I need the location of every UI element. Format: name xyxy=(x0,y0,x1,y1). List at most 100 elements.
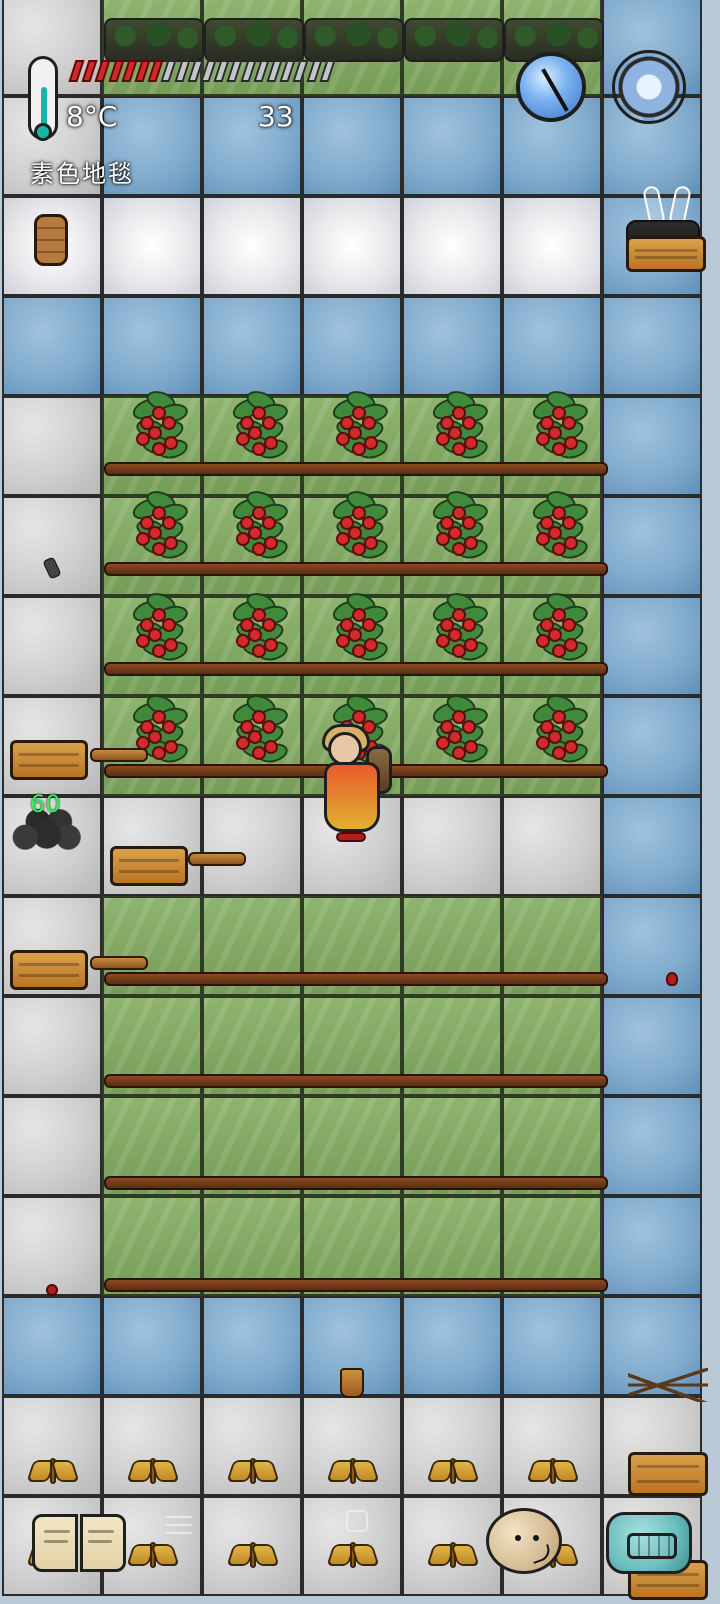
berry-item[interactable] xyxy=(46,1284,58,1296)
berry-plant[interactable] xyxy=(322,382,390,464)
hay-bundle[interactable] xyxy=(426,1538,480,1568)
player-character[interactable] xyxy=(318,706,396,856)
hay-bundle[interactable] xyxy=(226,1538,280,1568)
berry xyxy=(136,532,150,546)
berry-item[interactable] xyxy=(666,972,678,986)
berry-plant[interactable] xyxy=(522,482,590,564)
tile-blue[interactable] xyxy=(202,296,302,396)
dead-branch-item[interactable] xyxy=(628,1368,708,1402)
tile-blue[interactable] xyxy=(502,1296,602,1396)
hay-bundle[interactable] xyxy=(426,1454,480,1484)
gear-icon[interactable] xyxy=(612,50,686,124)
berry-plant[interactable] xyxy=(322,584,390,666)
tile-blue[interactable] xyxy=(102,296,202,396)
berry-plant[interactable] xyxy=(122,584,190,666)
area-name: 素色地毯 xyxy=(30,160,134,188)
tile-blue[interactable] xyxy=(602,896,702,996)
berry xyxy=(564,740,578,754)
tile-blue[interactable] xyxy=(302,96,402,196)
wooden-crate[interactable] xyxy=(10,950,88,990)
face-icon[interactable] xyxy=(486,1508,562,1574)
home-icon[interactable] xyxy=(346,1510,368,1532)
tile-stone[interactable] xyxy=(2,1096,102,1196)
berry-plant[interactable] xyxy=(322,482,390,564)
tile-blue[interactable] xyxy=(2,296,102,396)
tile-stone[interactable] xyxy=(502,796,602,896)
tile-stone[interactable] xyxy=(2,596,102,696)
tile-rug[interactable] xyxy=(102,196,202,296)
berry-plant[interactable] xyxy=(122,382,190,464)
rabbit-trap[interactable] xyxy=(626,184,706,272)
tile-blue[interactable] xyxy=(302,296,402,396)
wooden-crate[interactable] xyxy=(110,846,188,886)
thermometer-bulb xyxy=(34,123,52,141)
hay-bundle[interactable] xyxy=(126,1454,180,1484)
book-icon[interactable] xyxy=(32,1514,126,1576)
tile-blue[interactable] xyxy=(602,596,702,696)
berry-plant[interactable] xyxy=(222,382,290,464)
tile-blue[interactable] xyxy=(502,296,602,396)
tile-blue[interactable] xyxy=(602,1096,702,1196)
thermometer-icon xyxy=(28,56,58,141)
basket-item[interactable] xyxy=(34,214,68,266)
berry xyxy=(362,416,376,430)
wooden-crate[interactable] xyxy=(10,740,88,780)
menu-icon[interactable] xyxy=(166,1514,192,1538)
hedge xyxy=(304,18,404,62)
berry-plant[interactable] xyxy=(222,686,290,768)
tile-stone[interactable] xyxy=(2,396,102,496)
thermometer-fill xyxy=(41,87,47,127)
berry-plant[interactable] xyxy=(522,686,590,768)
tile-blue[interactable] xyxy=(202,1296,302,1396)
tile-rug[interactable] xyxy=(402,196,502,296)
berry-plant[interactable] xyxy=(522,584,590,666)
berry-plant[interactable] xyxy=(422,382,490,464)
berry-plant[interactable] xyxy=(222,584,290,666)
berry-plant[interactable] xyxy=(422,686,490,768)
berry xyxy=(236,432,250,446)
bucket-item[interactable] xyxy=(340,1368,364,1398)
tile-rug[interactable] xyxy=(502,196,602,296)
tile-blue[interactable] xyxy=(602,996,702,1096)
hay-bundle[interactable] xyxy=(226,1454,280,1484)
tile-stone[interactable] xyxy=(202,796,302,896)
tile-blue[interactable] xyxy=(602,296,702,396)
hay-bundle[interactable] xyxy=(26,1454,80,1484)
tile-blue[interactable] xyxy=(402,296,502,396)
tile-blue[interactable] xyxy=(602,796,702,896)
hay-bundle[interactable] xyxy=(326,1538,380,1568)
berry xyxy=(552,644,566,658)
player-outfit xyxy=(324,762,380,832)
tile-blue[interactable] xyxy=(602,396,702,496)
berry xyxy=(136,634,150,648)
berry-plant[interactable] xyxy=(222,482,290,564)
tile-stone[interactable] xyxy=(402,796,502,896)
tile-blue[interactable] xyxy=(402,1296,502,1396)
berry xyxy=(564,536,578,550)
berry-plant[interactable] xyxy=(522,382,590,464)
hay-bundle[interactable] xyxy=(526,1454,580,1484)
berry xyxy=(562,618,576,632)
tile-blue[interactable] xyxy=(602,1196,702,1296)
berry xyxy=(462,516,476,530)
tile-rug[interactable] xyxy=(202,196,302,296)
book-line xyxy=(88,1540,112,1543)
tile-blue[interactable] xyxy=(2,1296,102,1396)
berry-plant[interactable] xyxy=(422,584,490,666)
tile-stone[interactable] xyxy=(2,1196,102,1296)
tile-stone[interactable] xyxy=(2,996,102,1096)
tile-rug[interactable] xyxy=(302,196,402,296)
berry-plant[interactable] xyxy=(422,482,490,564)
compass-icon[interactable] xyxy=(516,52,586,122)
hay-bundle[interactable] xyxy=(126,1538,180,1568)
keyboard-icon[interactable] xyxy=(606,1512,692,1574)
tile-blue[interactable] xyxy=(402,96,502,196)
tile-blue[interactable] xyxy=(602,496,702,596)
tile-blue[interactable] xyxy=(602,696,702,796)
tile-stone[interactable] xyxy=(2,496,102,596)
wooden-crate[interactable] xyxy=(628,1452,708,1496)
tile-blue[interactable] xyxy=(102,1296,202,1396)
hay-bundle[interactable] xyxy=(326,1454,380,1484)
berry xyxy=(252,644,266,658)
berry-plant[interactable] xyxy=(122,482,190,564)
